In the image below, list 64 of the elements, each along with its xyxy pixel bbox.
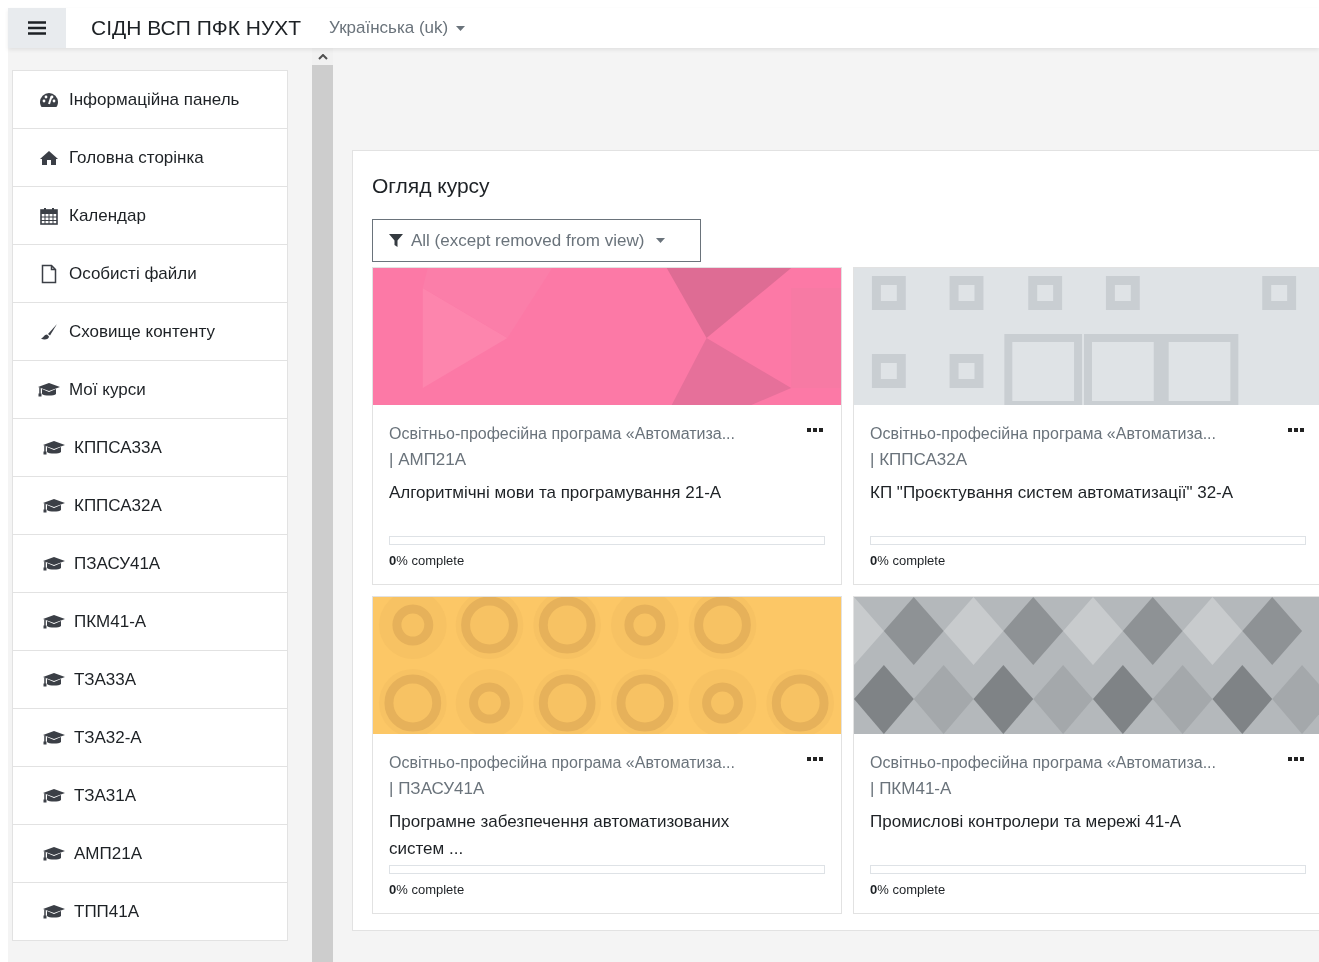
sidebar-item[interactable]: ТЗА33А [13, 651, 287, 708]
sidebar-item[interactable]: ПКМ41-А [13, 593, 287, 650]
graduation-cap-icon [42, 787, 66, 804]
sidebar-item[interactable]: Особисті файли [13, 245, 287, 302]
graduation-cap-icon [42, 903, 66, 920]
course-card[interactable]: Освітньо-професійна програма «Автоматиза... | АМП21А Алгоритмічні мови та програмування 21-А 0% complete [372, 267, 842, 585]
course-category: Освітньо-професійна програма «Автоматиза... [870, 753, 1216, 773]
progress-text: 0% complete [870, 551, 947, 570]
sidebar-item[interactable]: ТЗА31А [13, 767, 287, 824]
course-card[interactable]: Освітньо-професійна програма «Автоматиза... | ПКМ41-А Промислові контролери та мережі 41-А 0% complete [853, 596, 1319, 914]
sidebar-item[interactable]: Мої курси [13, 361, 287, 418]
course-card[interactable]: Освітньо-професійна програма «Автоматиза... | КППСА32А КП "Проєктування систем автоматизації" 32-А 0% complete [853, 267, 1319, 585]
course-title[interactable]: Програмне забезпечення автоматизованих систем ... [389, 808, 825, 862]
graduation-cap-icon [42, 497, 66, 514]
file-icon [41, 263, 57, 284]
progress-text: 0% complete [870, 880, 947, 899]
more-icon[interactable] [807, 427, 823, 433]
scrollbar[interactable] [312, 48, 333, 962]
sidebar-item[interactable]: ТЗА32-А [13, 709, 287, 766]
course-category: Освітньо-професійна програма «Автоматиза... [389, 424, 735, 444]
graduation-cap-icon [42, 555, 66, 572]
course-title[interactable]: Промислові контролери та мережі 41-А [870, 808, 1306, 835]
progress-text: 0% complete [389, 880, 466, 899]
site-name[interactable]: СІДН ВСП ПФК НУХТ [91, 12, 302, 44]
sidebar-item[interactable]: Сховище контенту [13, 303, 287, 360]
home-icon [39, 149, 59, 166]
menu-icon [28, 21, 46, 35]
course-category: Освітньо-професійна програма «Автоматиза... [870, 424, 1216, 444]
progress-text: 0% complete [389, 551, 466, 570]
more-icon[interactable] [1288, 427, 1304, 433]
filter-dropdown[interactable]: All (except removed from view) [372, 219, 701, 262]
section-title: Огляд курсу [372, 173, 491, 199]
chevron-up-icon[interactable] [317, 53, 328, 60]
course-group: | КППСА32А [870, 447, 967, 473]
sidebar-item[interactable]: ПЗАСУ41А [13, 535, 287, 592]
language-menu[interactable]: Українська (uk) [329, 15, 466, 41]
sidebar-item[interactable]: Головна сторінка [13, 129, 287, 186]
course-card[interactable]: Освітньо-професійна програма «Автоматиза... | ПЗАСУ41А Програмне забезпечення автоматизованих систем ... 0% complete [372, 596, 842, 914]
course-group: | ПКМ41-А [870, 776, 952, 802]
graduation-cap-icon [42, 671, 66, 688]
filter-icon [389, 233, 403, 248]
graduation-cap-icon [37, 381, 61, 398]
sidebar-item[interactable]: АМП21А [13, 825, 287, 882]
caret-icon [656, 238, 666, 243]
sidebar-item[interactable]: КППСА32А [13, 477, 287, 534]
gauge-icon [39, 91, 59, 108]
sidebar-item[interactable]: ТПП41А [13, 883, 287, 940]
course-title[interactable]: Алгоритмічні мови та програмування 21-А [389, 479, 825, 506]
course-group: | ПЗАСУ41А [389, 776, 485, 802]
graduation-cap-icon [42, 439, 66, 456]
caret-icon [456, 25, 466, 31]
course-title[interactable]: КП "Проєктування систем автоматизації" 32-А [870, 479, 1306, 506]
calendar-icon [40, 206, 58, 225]
sidebar-item[interactable]: КППСА33А [13, 419, 287, 476]
course-category: Освітньо-професійна програма «Автоматиза... [389, 753, 735, 773]
graduation-cap-icon [42, 729, 66, 746]
menu-button[interactable] [8, 8, 66, 48]
sidebar-item[interactable]: Календар [13, 187, 287, 244]
graduation-cap-icon [42, 613, 66, 630]
sidebar-item[interactable]: Інформаційна панель [13, 71, 287, 128]
more-icon[interactable] [1288, 756, 1304, 762]
graduation-cap-icon [42, 845, 66, 862]
more-icon[interactable] [807, 756, 823, 762]
course-group: | АМП21А [389, 447, 467, 473]
